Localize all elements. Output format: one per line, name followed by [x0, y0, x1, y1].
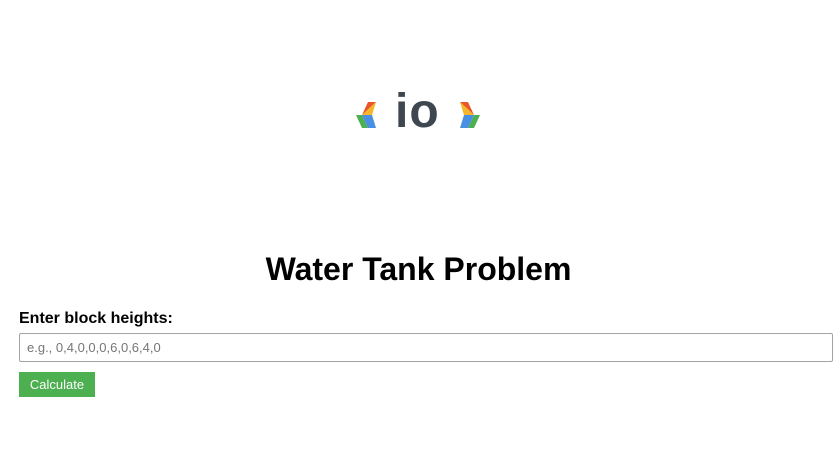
page: io Water Tank Problem Enter block height… — [0, 0, 837, 452]
block-heights-input[interactable] — [19, 333, 833, 362]
chevron-right-icon — [460, 102, 480, 128]
logo: io — [354, 85, 484, 138]
calculate-button[interactable]: Calculate — [19, 372, 95, 397]
block-heights-label: Enter block heights: — [19, 310, 173, 327]
chevron-left-icon — [356, 102, 376, 128]
logo-text: io — [395, 85, 440, 138]
page-title: Water Tank Problem — [265, 251, 572, 287]
